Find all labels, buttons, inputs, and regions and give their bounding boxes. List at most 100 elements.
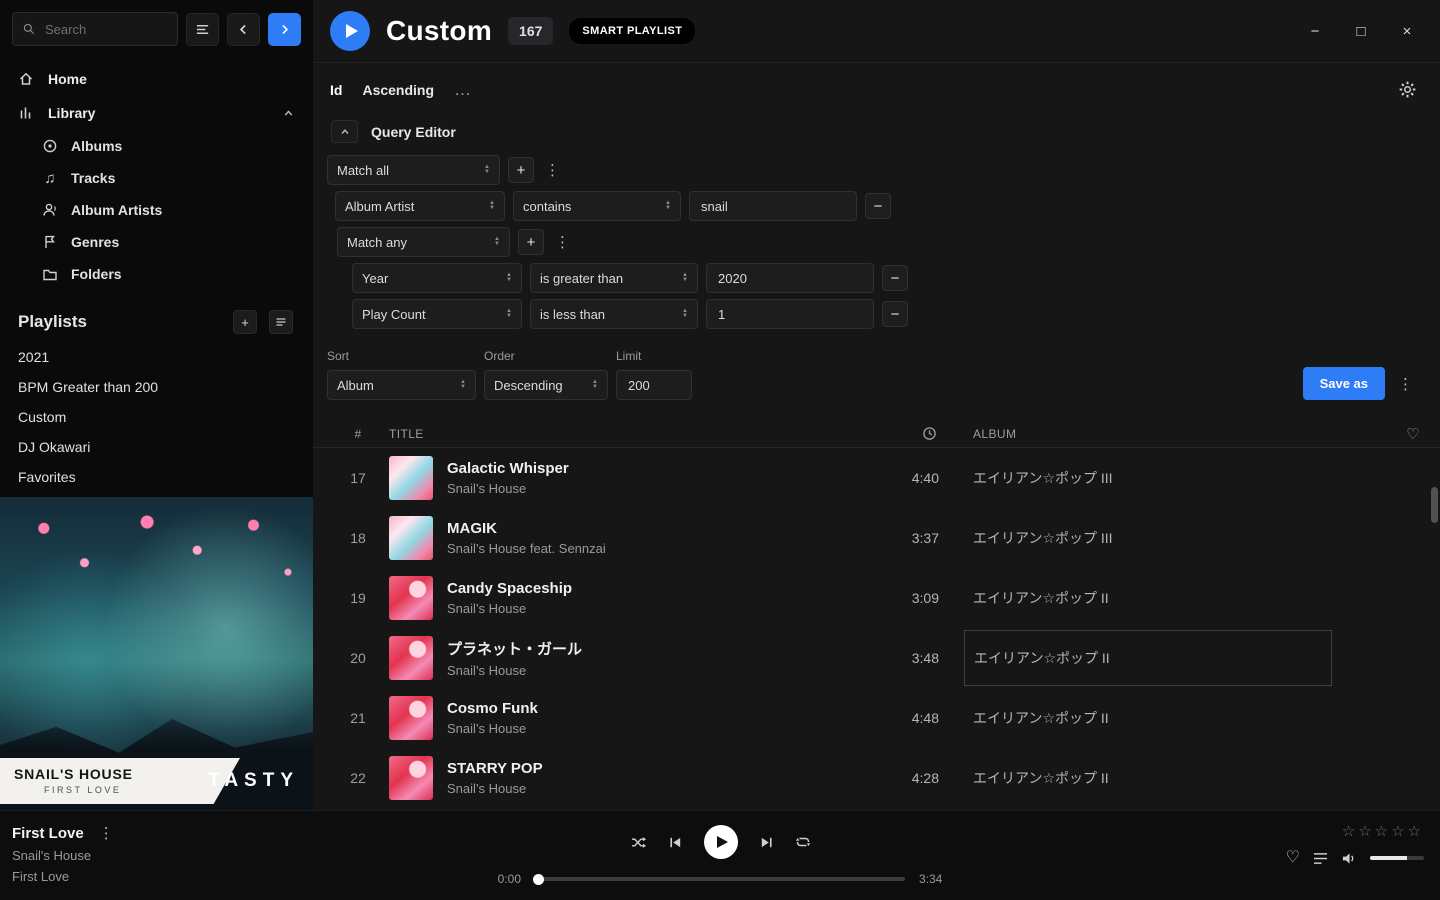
next-icon [759,835,774,850]
track-title: Galactic Whisper [447,460,569,477]
column-header-album[interactable]: ALBUM [939,427,1368,441]
play-button[interactable] [704,825,738,859]
track-album[interactable]: エイリアン☆ポップ III [939,528,1368,548]
query-menu-button[interactable]: ⋮ [1395,375,1416,393]
sidebar-item-tracks[interactable]: ♫ Tracks [0,162,313,194]
music-note-icon: ♫ [42,171,58,186]
sidebar-nav: Home Library [0,54,313,290]
chevron-left-icon [237,23,250,36]
add-rule-button[interactable]: + [508,157,534,183]
progress-bar[interactable] [535,877,905,881]
playlist-view-button[interactable] [269,310,293,334]
track-row[interactable]: 22 STARRY POP Snail’s House 4:28 エイリアン☆ポ… [313,748,1440,808]
playlist-header: Custom 167 SMART PLAYLIST − □ × [313,0,1440,63]
progress-knob[interactable] [533,874,544,885]
query-sort-row: Sort Album ▲▼ Order Descending ▲▼ Limit [313,329,1440,400]
star-icon[interactable]: ☆ [1342,823,1358,840]
remove-rule-button[interactable]: − [882,265,908,291]
nav-back-button[interactable] [227,13,260,46]
column-header-title[interactable]: TITLE [389,427,859,441]
playlist-item[interactable]: 2021 [0,342,313,372]
sort-direction-button[interactable]: Ascending [362,82,434,98]
volume-slider[interactable] [1370,856,1424,860]
window-close-button[interactable]: × [1384,14,1430,48]
play-icon [717,836,728,848]
column-header-favorite[interactable]: ♡ [1368,425,1424,443]
page-title: Custom [386,15,492,47]
sort-field-button[interactable]: Id [330,82,342,98]
limit-input[interactable] [626,377,682,394]
star-icon[interactable]: ☆ [1391,823,1407,840]
value-input[interactable] [716,306,864,323]
column-header-num[interactable]: # [327,427,389,441]
sidebar-item-folders[interactable]: Folders [0,258,313,290]
track-row[interactable]: 19 Candy Spaceship Snail’s House 3:09 エイ… [313,568,1440,628]
group-menu-button[interactable]: ⋮ [542,161,563,179]
order-select[interactable]: Descending ▲▼ [484,370,608,400]
field-select[interactable]: Year ▲▼ [352,263,522,293]
search-box[interactable] [12,12,178,46]
add-playlist-button[interactable]: + [233,310,257,334]
track-row[interactable]: 21 Cosmo Funk Snail’s House 4:48 エイリアン☆ポ… [313,688,1440,748]
toolbar-more-button[interactable]: … [454,85,471,95]
field-select[interactable]: Album Artist ▲▼ [335,191,505,221]
star-icon[interactable]: ☆ [1408,823,1424,840]
playlist-item[interactable]: BPM Greater than 200 [0,372,313,402]
playlist-play-button[interactable] [330,11,370,51]
playlist-item[interactable]: Custom [0,402,313,432]
search-input[interactable] [43,21,167,38]
remove-rule-button[interactable]: − [882,301,908,327]
menu-button[interactable] [186,13,219,46]
query-editor-collapse-button[interactable] [331,120,358,143]
value-input[interactable] [699,198,847,215]
save-as-button[interactable]: Save as [1303,367,1385,400]
match-type-select[interactable]: Match any ▲▼ [337,227,510,257]
sidebar-item-home[interactable]: Home [0,62,313,96]
track-album[interactable]: エイリアン☆ポップ II [939,708,1368,728]
value-input[interactable] [716,270,864,287]
remove-rule-button[interactable]: − [865,193,891,219]
main-content: Custom 167 SMART PLAYLIST − □ × Id Ascen… [313,0,1440,810]
track-album[interactable]: エイリアン☆ポップ II [939,588,1368,608]
volume-button[interactable] [1341,851,1357,866]
playlists-list: 2021 BPM Greater than 200 Custom DJ Okaw… [0,342,313,492]
shuffle-button[interactable] [630,835,647,850]
track-album-text: エイリアン☆ポップ III [973,528,1113,548]
column-header-duration[interactable] [859,426,939,441]
track-menu-button[interactable]: ⋮ [96,824,117,842]
queue-button[interactable] [1313,852,1328,865]
operator-select[interactable]: is less than ▲▼ [530,299,698,329]
track-row[interactable]: 20 プラネット・ガール Snail’s House 3:48 エイリアン☆ポッ… [313,628,1440,688]
sidebar-item-album-artists[interactable]: Album Artists [0,194,313,226]
add-rule-button[interactable]: + [518,229,544,255]
now-playing-album: First Love [12,869,440,884]
sidebar-item-genres[interactable]: Genres [0,226,313,258]
previous-button[interactable] [668,835,683,850]
settings-button[interactable] [1399,81,1416,98]
favorite-button[interactable]: ♡ [1286,850,1300,866]
group-menu-button[interactable]: ⋮ [552,233,573,251]
star-icon[interactable]: ☆ [1375,823,1391,840]
field-select[interactable]: Play Count ▲▼ [352,299,522,329]
chevron-up-icon[interactable] [282,107,295,120]
sidebar-item-albums[interactable]: Albums [0,130,313,162]
playlist-item[interactable]: DJ Okawari [0,432,313,462]
star-icon[interactable]: ☆ [1358,823,1374,840]
playlist-item[interactable]: Favorites [0,462,313,492]
repeat-button[interactable] [795,834,811,850]
track-album[interactable]: エイリアン☆ポップ III [939,468,1368,488]
match-type-select[interactable]: Match all ▲▼ [327,155,500,185]
track-album[interactable]: エイリアン☆ポップ II [939,768,1368,788]
window-minimize-button[interactable]: − [1292,14,1338,48]
sidebar-item-library[interactable]: Library [0,96,313,130]
next-button[interactable] [759,835,774,850]
track-album[interactable]: エイリアン☆ポップ II [939,630,1368,686]
track-row[interactable]: 17 Galactic Whisper Snail’s House 4:40 エ… [313,448,1440,508]
scrollbar-thumb[interactable] [1431,487,1438,523]
sort-select[interactable]: Album ▲▼ [327,370,476,400]
operator-select[interactable]: contains ▲▼ [513,191,681,221]
nav-forward-button[interactable] [268,13,301,46]
window-maximize-button[interactable]: □ [1338,14,1384,48]
operator-select[interactable]: is greater than ▲▼ [530,263,698,293]
track-row[interactable]: 18 MAGIK Snail’s House feat. Sennzai 3:3… [313,508,1440,568]
